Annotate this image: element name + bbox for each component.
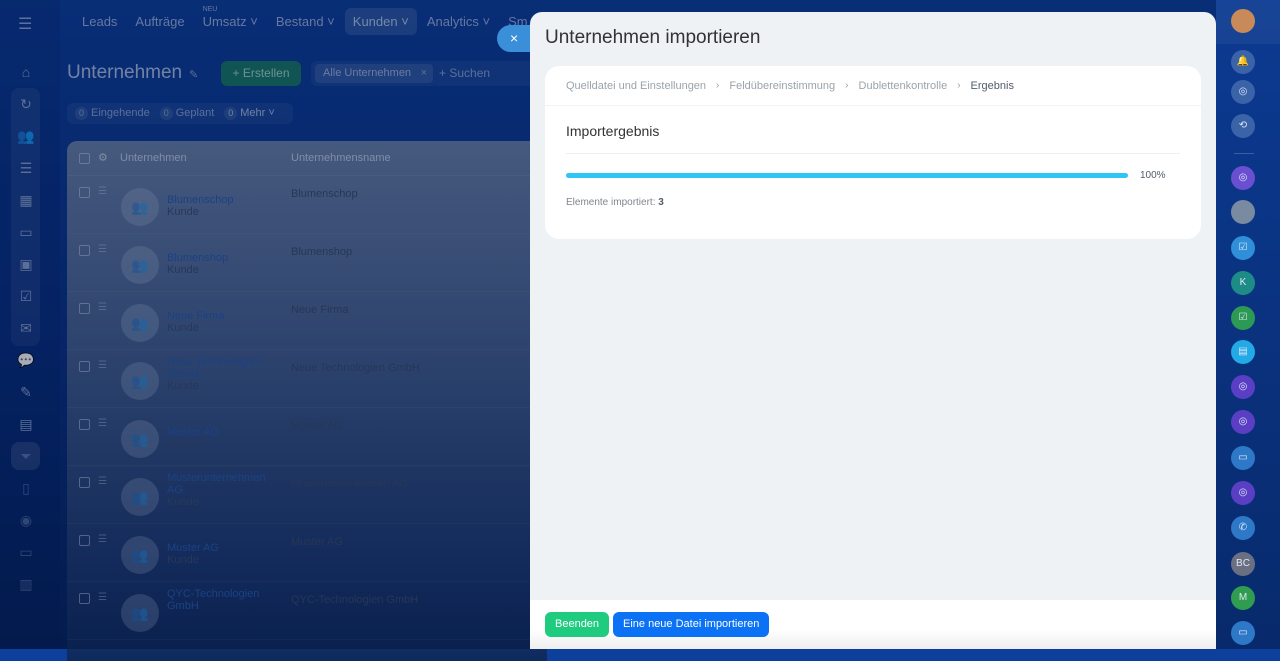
import-slider: Unternehmen importieren Quelldatei und E… (530, 12, 1216, 649)
progress-fill (566, 173, 1128, 178)
task-chat-icon[interactable]: ☑ (1231, 236, 1255, 260)
phone-icon[interactable]: ✆ (1231, 516, 1255, 540)
chevron-right-icon: › (716, 80, 720, 91)
messages-icon[interactable]: ▤ (1231, 340, 1255, 364)
channel-icon[interactable]: ◎ (1231, 375, 1255, 399)
user-avatar[interactable] (1231, 200, 1255, 224)
channel-icon[interactable]: ◎ (1231, 410, 1255, 434)
chevron-right-icon: › (845, 80, 849, 91)
progress-bar (566, 173, 1128, 178)
bell-icon[interactable]: 🔔 (1231, 50, 1255, 74)
imported-value: 3 (658, 197, 664, 208)
divider (566, 153, 1180, 154)
step-breadcrumb: Quelldatei und Einstellungen › Feldüberei… (545, 66, 1201, 106)
channel-icon[interactable]: ◎ (1231, 481, 1255, 505)
step-result: Ergebnis (970, 79, 1014, 92)
divider (1234, 153, 1254, 154)
contact-card-icon[interactable]: ▭ (1231, 446, 1255, 470)
step-source: Quelldatei und Einstellungen (566, 79, 707, 92)
initial-avatar[interactable]: K (1231, 271, 1255, 295)
chevron-right-icon: › (957, 80, 961, 91)
channel-icon[interactable]: ◎ (1231, 166, 1255, 190)
slider-title: Unternehmen importieren (545, 27, 761, 48)
progress-label: 100% (1140, 170, 1166, 181)
result-card: Quelldatei und Einstellungen › Feldüberei… (545, 66, 1201, 239)
task-chat-icon[interactable]: ☑ (1231, 306, 1255, 330)
user-avatar[interactable] (1231, 9, 1255, 33)
imported-label: Elemente importiert: (566, 197, 656, 208)
slider-footer: Beenden Eine neue Datei importieren (530, 600, 1216, 649)
import-new-file-button[interactable]: Eine neue Datei importieren (613, 612, 770, 637)
finish-button[interactable]: Beenden (545, 612, 610, 637)
openlines-icon[interactable]: ◎ (1231, 80, 1255, 104)
chat-sync-icon[interactable]: ⟲ (1231, 114, 1255, 138)
initial-avatar[interactable]: BC (1231, 552, 1255, 576)
step-duplicates: Dublettenkontrolle (858, 79, 948, 92)
initial-avatar[interactable]: M (1231, 586, 1255, 610)
result-heading: Importergebnis (566, 123, 660, 139)
imported-count: Elemente importiert: 3 (566, 197, 664, 208)
contact-card-icon[interactable]: ▭ (1231, 621, 1255, 645)
right-sidebar: 🔔 ◎ ⟲ ◎ ☑ K ☑ ▤ ◎ ◎ ▭ ◎ ✆ BC M ▭ (1216, 0, 1280, 649)
step-mapping: Feldübereinstimmung (729, 79, 836, 92)
